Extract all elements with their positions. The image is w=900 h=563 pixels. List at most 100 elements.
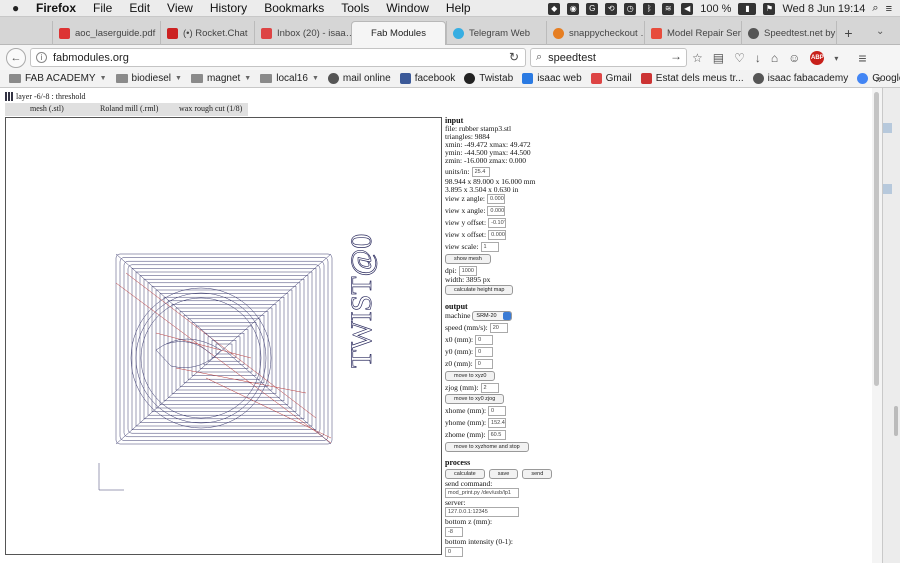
search-bar[interactable]: ⌕ speedtest → [530,48,687,67]
sync-icon[interactable]: ⟲ [605,2,618,15]
menu-firefox[interactable]: Firefox [36,1,76,15]
download-icon[interactable]: ↓ [755,51,761,65]
home-icon[interactable]: ⌂ [771,51,778,65]
adblock-plus-icon[interactable]: ABP [810,51,825,65]
clock[interactable]: Wed 8 Jun 19:14 [782,3,865,15]
send-button[interactable]: send [522,469,553,479]
tab-rocket-chat[interactable]: (•) Rocket.Chat [160,21,254,45]
bluetooth-icon[interactable]: ᛒ [643,2,656,15]
tab-aoc-laserguide[interactable]: aoc_laserguide.pdf [52,21,160,45]
machine-select[interactable]: SRM-20 [472,311,513,321]
tab-speedtest[interactable]: Speedtest.net by… [741,21,836,45]
toolpath-canvas[interactable]: TWIST@0 [5,117,442,555]
bookmark-isaac-fabacademy[interactable]: isaac fabacademy [752,73,848,84]
units-input[interactable]: 25.4 [471,167,490,177]
apple-menu-icon[interactable]: ● [12,1,26,15]
tab-model-repair[interactable]: Model Repair Ser… [644,21,741,45]
tab-inbox[interactable]: Inbox (20) - isaa… [254,21,351,45]
spotlight-icon[interactable]: ⌕ [872,2,878,15]
chat-icon[interactable]: ☺ [788,51,800,65]
calculate-height-map-button[interactable]: calculate height map [445,285,514,295]
input-format-select[interactable]: mesh (.stl) [30,104,64,113]
output-format-select[interactable]: Roland mill (.rml) [100,104,158,113]
bottom-z-input[interactable]: -8 [445,527,463,537]
size-in: 3.895 x 3.504 x 0.630 in [445,185,519,194]
url-bar[interactable]: i fabmodules.org ↻ [30,48,526,67]
bookmark-estat[interactable]: Estat dels meus tr... [640,73,744,84]
view-scale-input[interactable]: 1 [480,242,499,252]
tab-snappycheckout[interactable]: snappycheckout … [546,21,644,45]
bookmarks-overflow-icon[interactable]: » [875,72,882,86]
save-button[interactable]: save [488,469,519,479]
bookmark-twistab[interactable]: Twistab [464,73,513,84]
edge-scroll-handle[interactable] [894,406,898,436]
view-y-offset-input[interactable]: -0.10' [488,218,507,228]
move-to-xyzhome-button[interactable]: move to xyzhome and stop [445,442,529,452]
bottom-intensity-input[interactable]: 0 [445,547,463,557]
dropbox-icon[interactable]: ◆ [548,2,561,15]
server-input[interactable]: 127.0.0.1:12345 [445,507,519,517]
zjog-input[interactable]: 2 [480,383,499,393]
info-icon[interactable]: i [36,52,47,63]
menu-help[interactable]: Help [446,1,471,15]
tab-bar: aoc_laserguide.pdf (•) Rocket.Chat Inbox… [0,17,900,45]
z0-input[interactable]: 0 [474,359,493,369]
bookmark-mail-online[interactable]: mail online [327,73,391,84]
pocket-icon[interactable]: ♡ [734,51,745,65]
scrollbar-thumb[interactable] [874,92,879,386]
bookmark-facebook[interactable]: facebook [399,73,455,84]
flag-icon[interactable]: ⚑ [763,2,776,15]
back-button[interactable]: ← [6,47,26,68]
menu-window[interactable]: Window [386,1,429,15]
bookmark-label: local16 [276,73,308,84]
send-command-input[interactable]: mod_print.py /dev/usb/lp1 [445,488,519,498]
view-x-input[interactable]: 0.000 [487,206,506,216]
x0-input[interactable]: 0 [475,335,494,345]
layer-grid-icon[interactable] [5,92,14,101]
url-text[interactable]: fabmodules.org [53,52,129,64]
time-machine-icon[interactable]: ◷ [624,2,637,15]
bookmark-star-icon[interactable]: ☆ [692,51,703,65]
zhome-input[interactable]: 60.5 [487,430,506,440]
hamburger-menu-icon[interactable]: ≡ [858,50,866,66]
reload-icon[interactable]: ↻ [509,50,519,64]
calculate-button[interactable]: calculate [445,469,485,479]
menu-bookmarks[interactable]: Bookmarks [264,1,324,15]
bookmark-folder-biodiesel[interactable]: biodiesel ▼ [115,73,182,84]
abp-dropdown-icon[interactable]: ▾ [834,54,838,63]
y0-input[interactable]: 0 [475,347,494,357]
menu-tools[interactable]: Tools [341,1,369,15]
tab-fab-modules[interactable]: Fab Modules [351,21,446,45]
speed-input[interactable]: 20 [489,323,508,333]
notification-icon[interactable]: ≡ [886,3,892,15]
volume-icon[interactable]: ◀ [681,2,694,15]
view-z-input[interactable]: 0.000 [486,194,505,204]
tab-telegram[interactable]: Telegram Web [446,21,546,45]
new-tab-button[interactable]: + [836,21,860,45]
yhome-input[interactable]: 152.4 [488,418,507,428]
bookmark-gmail[interactable]: Gmail [590,73,632,84]
battery-icon[interactable]: ▮ [738,2,757,15]
process-select[interactable]: wax rough cut (1/8) [179,104,242,113]
bookmark-folder-local16[interactable]: local16 ▼ [260,73,319,84]
menu-view[interactable]: View [167,1,193,15]
menu-history[interactable]: History [210,1,247,15]
show-mesh-button[interactable]: show mesh [445,254,491,264]
abp-status-icon[interactable]: G [586,2,599,15]
bookmark-folder-magnet[interactable]: magnet ▼ [190,73,251,84]
xhome-input[interactable]: 0 [488,406,507,416]
bookmark-folder-fab-academy[interactable]: FAB ACADEMY ▼ [9,73,107,84]
search-go-icon[interactable]: → [670,49,682,63]
wifi-icon[interactable]: ≋ [662,2,675,15]
search-input[interactable]: speedtest [548,52,596,64]
move-to-xyz0-button[interactable]: move to xyz0 [445,371,496,381]
view-x-offset-input[interactable]: 0.000 [488,230,507,240]
page-scrollbar[interactable] [872,88,882,563]
reading-list-icon[interactable]: ▤ [713,51,724,65]
bookmark-isaac-web[interactable]: isaac web [522,73,582,84]
menu-edit[interactable]: Edit [129,1,150,15]
eye-icon[interactable]: ◉ [567,2,580,15]
move-to-xy0-zjog-button[interactable]: move to xy0 zjog [445,394,505,404]
menu-file[interactable]: File [93,1,112,15]
tab-scroll-right-icon[interactable]: ⌄ [876,26,884,37]
